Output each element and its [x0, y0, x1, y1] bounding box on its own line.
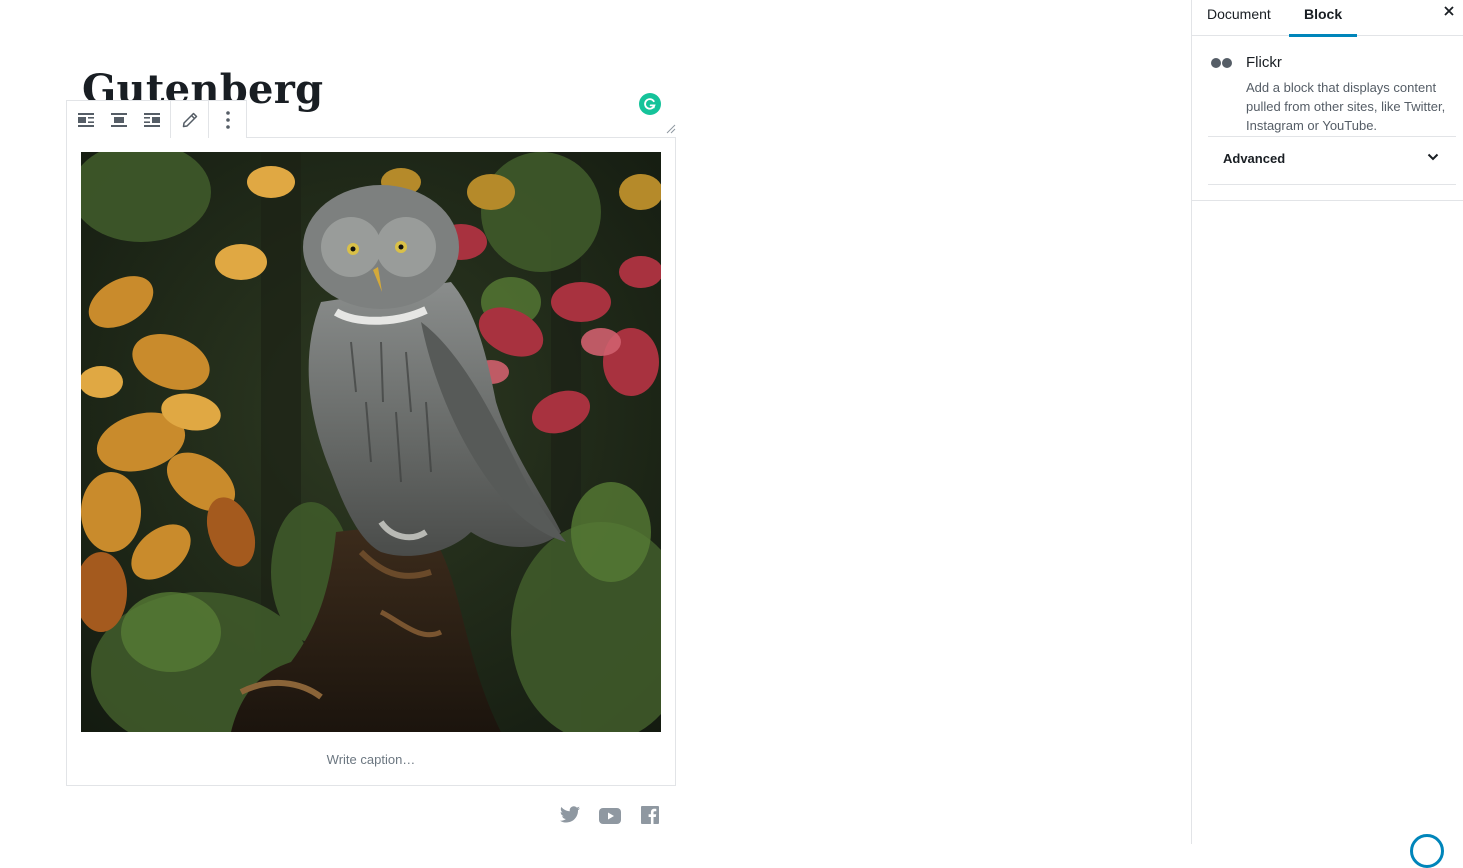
flickr-icon: [1211, 58, 1232, 68]
edit-url-button[interactable]: [173, 102, 206, 138]
tab-block[interactable]: Block: [1289, 2, 1358, 37]
edit-group: [171, 101, 209, 138]
close-icon: [1444, 6, 1454, 16]
alignment-group: [67, 101, 171, 138]
close-sidebar-button[interactable]: [1440, 2, 1458, 20]
sidebar-divider: [1192, 200, 1463, 201]
editor-canvas: Gutenberg Write caption…: [0, 0, 1191, 844]
sidebar-tabs: Document Block: [1192, 0, 1463, 37]
youtube-icon[interactable]: [599, 808, 621, 824]
tab-document[interactable]: Document: [1207, 2, 1271, 37]
align-center-icon: [110, 112, 127, 127]
align-center-button[interactable]: [102, 102, 135, 138]
chevron-down-icon: [1427, 153, 1439, 161]
more-group: [209, 101, 246, 138]
align-left-button[interactable]: [69, 102, 102, 138]
panel-advanced-label: Advanced: [1223, 151, 1286, 166]
panel-advanced[interactable]: Advanced: [1208, 136, 1456, 185]
flickr-embed-block[interactable]: Write caption…: [66, 137, 676, 786]
block-name: Flickr: [1246, 54, 1282, 71]
settings-sidebar: Document Block Flickr Add a block that d…: [1191, 0, 1463, 844]
align-left-icon: [77, 112, 94, 127]
more-vertical-icon: [225, 110, 230, 129]
pencil-icon: [182, 112, 197, 127]
help-icon[interactable]: [1410, 834, 1444, 868]
block-toolbar: [66, 100, 247, 138]
resize-handle-icon[interactable]: [664, 121, 676, 134]
block-description: Add a block that displays content pulled…: [1246, 80, 1446, 133]
more-options-button[interactable]: [211, 102, 244, 138]
facebook-icon[interactable]: [641, 806, 659, 824]
align-right-button[interactable]: [135, 102, 168, 138]
grammarly-icon[interactable]: [639, 93, 661, 115]
align-right-icon: [143, 112, 160, 127]
owl-photo: [81, 152, 661, 732]
twitter-icon[interactable]: [560, 806, 580, 824]
caption-input[interactable]: Write caption…: [67, 746, 675, 774]
